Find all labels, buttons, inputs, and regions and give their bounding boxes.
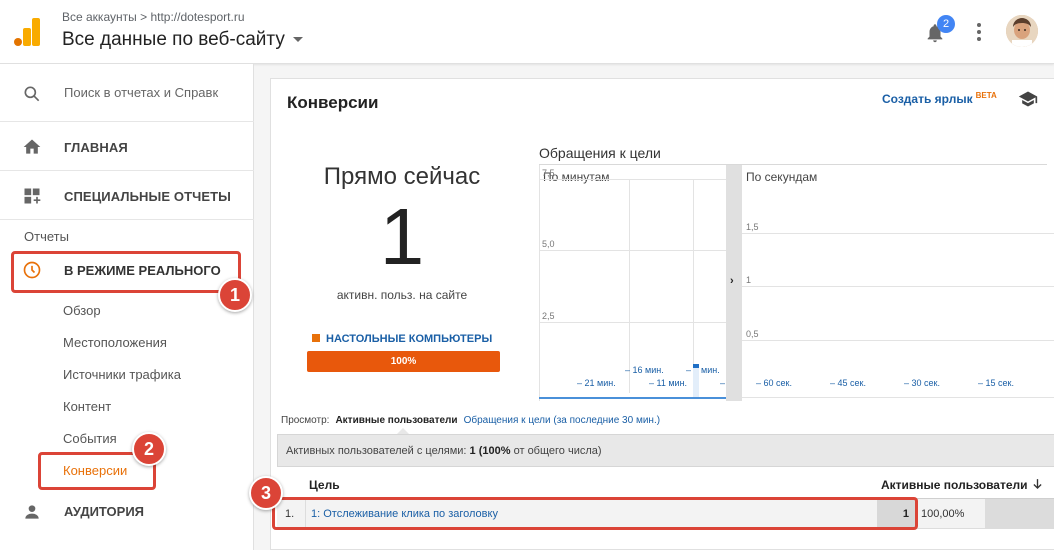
shortcut-label: Создать ярлык (882, 92, 973, 106)
dashboard-add-icon (24, 188, 41, 204)
y-gridline (742, 339, 1054, 341)
x-tick-label: – (720, 378, 726, 388)
top-header: Все аккаунты > http://dotesport.ru Все д… (0, 0, 1054, 64)
x-tick-label: – 21 мин. (577, 378, 616, 388)
sidebar-subitem-content[interactable]: Контент (63, 399, 111, 414)
search-reports[interactable]: Поиск в отчетах и Справк (0, 64, 254, 122)
x-axis-baseline (539, 397, 727, 399)
annotation-marker-2: 2 (132, 432, 166, 466)
right-now-title: Прямо сейчас (323, 163, 481, 190)
y-gridline (539, 321, 727, 323)
breadcrumb-site[interactable]: http://dotesport.ru (150, 10, 244, 24)
chevron-down-icon (292, 37, 303, 43)
view-switcher: Просмотр: Активные пользователи Обращения … (281, 415, 660, 426)
annotation-box-realtime (11, 251, 241, 293)
chevron-right-icon[interactable]: › (730, 275, 734, 287)
breadcrumb-separator: > (140, 10, 148, 24)
home-icon (23, 139, 41, 154)
annotation-box-goal-row (272, 497, 918, 530)
beta-badge: BETA (975, 91, 997, 100)
person-icon (25, 505, 39, 519)
active-users-caption: активн. польз. на сайте (336, 288, 468, 302)
percent-bar-track (985, 499, 1054, 529)
sidebar-subitem-traffic-sources[interactable]: Источники трафика (63, 367, 181, 382)
device-share-bar: 100% (307, 351, 500, 372)
active-users-percent: 100,00% (921, 508, 965, 520)
page-title: Конверсии (287, 93, 379, 112)
y-gridline (742, 286, 1054, 287)
x-tick-label: – 11 мин. (649, 378, 688, 388)
y-gridline (539, 250, 727, 252)
sidebar-subitem-events[interactable]: События (63, 431, 117, 446)
y-tick-label: 5,0 (542, 239, 555, 250)
view-tab-goal-hits[interactable]: Обращения к цели (за последние 30 мин.) (464, 415, 661, 426)
sidebar-subitem-locations[interactable]: Местоположения (63, 335, 167, 350)
device-label-text: НАСТОЛЬНЫЕ КОМПЬЮТЕРЫ (326, 333, 493, 345)
annotation-marker-3: 3 (249, 476, 283, 510)
sidebar-item-audience[interactable]: АУДИТОРИЯ (0, 492, 254, 532)
graduation-cap-icon[interactable] (1017, 89, 1039, 109)
chart-seconds-header: По секундам (746, 170, 818, 184)
notification-badge: 2 (937, 15, 955, 33)
property-selector[interactable]: Все данные по веб-сайту (62, 29, 303, 51)
x-tick-label: – 45 сек. (830, 378, 866, 388)
property-name: Все данные по веб-сайту (62, 29, 285, 50)
sort-arrow-down-icon (1033, 479, 1042, 490)
summary-value: 1 (469, 445, 476, 457)
reports-section-label: Отчеты (24, 229, 69, 244)
data-bar (693, 366, 699, 397)
goal-hits-chart-title: Обращения к цели (539, 145, 661, 161)
x-tick-label: – 60 сек. (756, 378, 792, 388)
sidebar-item-label: СПЕЦИАЛЬНЫЕ ОТЧЕТЫ (64, 189, 231, 204)
per-second-chart: По секундам 1,5 1 0,5 – 60 сек. – 45 сек. – 3… (742, 165, 1054, 401)
y-tick-label: 7,5 (542, 168, 555, 178)
x-tick-label: – 15 сек. (978, 378, 1014, 388)
view-label: Просмотр: (281, 415, 330, 426)
y-tick-label: 1 (746, 275, 752, 285)
y-gridline (742, 232, 1054, 234)
x-tick-label: – 6 мин. (686, 365, 720, 375)
summary-label: Активных пользователей с целями: (286, 445, 467, 457)
x-tick-label: – 30 сек. (904, 378, 940, 388)
analytics-logo-icon[interactable] (14, 16, 40, 46)
create-shortcut-link[interactable]: Создать ярлык BETA (882, 91, 997, 106)
chart-toggle-strip[interactable]: › (726, 165, 742, 401)
active-users-count: 1 (379, 192, 425, 281)
summary-bar: Активных пользователей с целями: 1 (100%… (277, 434, 1054, 467)
sidebar-item-home[interactable]: ГЛАВНАЯ (0, 123, 254, 171)
x-tick-label: – 16 мин. (625, 365, 664, 375)
breadcrumb[interactable]: Все аккаунты > http://dotesport.ru (62, 10, 245, 24)
y-tick-label: 1,5 (746, 221, 759, 232)
conversions-card: Конверсии Создать ярлык BETA Прямо сейчас… (270, 78, 1054, 550)
more-vert-icon[interactable] (972, 22, 986, 42)
x-gridline (629, 179, 631, 393)
y-tick-label: 2,5 (542, 310, 555, 321)
y-gridline (539, 179, 727, 180)
search-input[interactable]: Поиск в отчетах и Справк (64, 85, 224, 100)
sidebar-item-custom-reports[interactable]: СПЕЦИАЛЬНЫЕ ОТЧЕТЫ (0, 172, 254, 220)
data-bar-cap (693, 364, 699, 369)
chart-left-border (539, 165, 540, 401)
avatar[interactable] (1006, 15, 1038, 47)
column-header-label: Активные пользователи (881, 478, 1028, 492)
search-icon (24, 86, 40, 102)
breadcrumb-accounts[interactable]: Все аккаунты (62, 10, 137, 24)
x-gridline (693, 179, 695, 393)
sidebar-item-label: ГЛАВНАЯ (64, 140, 128, 155)
sidebar-subitem-overview[interactable]: Обзор (63, 303, 101, 318)
per-minute-chart: По минутам 7,5 5,0 2,5– 21 мин. – 16 мин. – … (539, 165, 727, 401)
x-axis-baseline (742, 397, 1054, 398)
summary-pct: (100% (478, 445, 511, 457)
y-tick-label: 0,5 (746, 328, 759, 339)
annotation-marker-1: 1 (218, 278, 252, 312)
sidebar-item-label: АУДИТОРИЯ (64, 504, 145, 519)
device-legend: НАСТОЛЬНЫЕ КОМПЬЮТЕРЫ (312, 333, 492, 345)
summary-tail: от общего числа) (513, 445, 602, 457)
column-header-active-users[interactable]: Активные пользователи (881, 478, 1042, 492)
column-header-goal[interactable]: Цель (309, 478, 340, 492)
legend-swatch (312, 334, 320, 342)
view-tab-active-users[interactable]: Активные пользователи (335, 415, 457, 426)
